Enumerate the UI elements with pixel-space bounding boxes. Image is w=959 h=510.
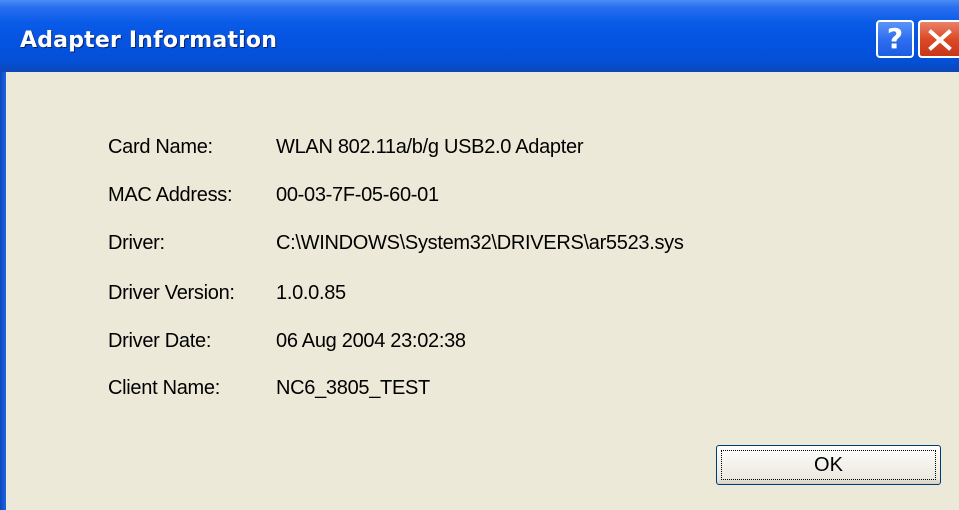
window-title: Adapter Information — [20, 28, 278, 53]
driver-value: C:\WINDOWS\System32\DRIVERS\ar5523.sys — [276, 232, 684, 254]
mac-address-label: MAC Address: — [108, 184, 233, 206]
close-icon — [928, 29, 952, 51]
close-button[interactable] — [918, 20, 959, 58]
driver-version-value: 1.0.0.85 — [276, 282, 346, 304]
help-button[interactable]: ? — [876, 20, 914, 58]
adapter-information-dialog: Adapter Information ? Card Name: WLAN 80… — [0, 0, 959, 510]
driver-version-label: Driver Version: — [108, 282, 235, 304]
client-name-value: NC6_3805_TEST — [276, 377, 430, 399]
window-left-border — [0, 72, 6, 510]
card-name-value: WLAN 802.11a/b/g USB2.0 Adapter — [276, 136, 584, 158]
driver-date-label: Driver Date: — [108, 330, 212, 352]
ok-button[interactable]: OK — [716, 445, 941, 485]
mac-address-value: 00-03-7F-05-60-01 — [276, 184, 439, 206]
driver-date-value: 06 Aug 2004 23:02:38 — [276, 330, 466, 352]
driver-label: Driver: — [108, 232, 165, 254]
ok-button-label: OK — [814, 454, 843, 476]
card-name-label: Card Name: — [108, 136, 213, 158]
client-name-label: Client Name: — [108, 377, 220, 399]
title-bar[interactable]: Adapter Information ? — [0, 0, 959, 72]
help-icon: ? — [886, 22, 904, 55]
